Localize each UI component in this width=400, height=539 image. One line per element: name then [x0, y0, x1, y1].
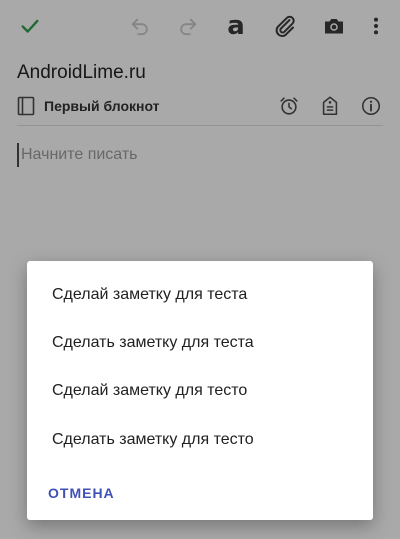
voice-suggestions-dialog: Сделай заметку для теста Сделать заметку… [27, 261, 373, 520]
suggestion-item[interactable]: Сделай заметку для тесто [27, 367, 373, 415]
suggestion-item[interactable]: Сделать заметку для теста [27, 319, 373, 367]
suggestion-item[interactable]: Сделай заметку для теста [27, 271, 373, 319]
suggestion-item[interactable]: Сделать заметку для тесто [27, 416, 373, 464]
cancel-button[interactable]: ОТМЕНА [37, 475, 126, 511]
